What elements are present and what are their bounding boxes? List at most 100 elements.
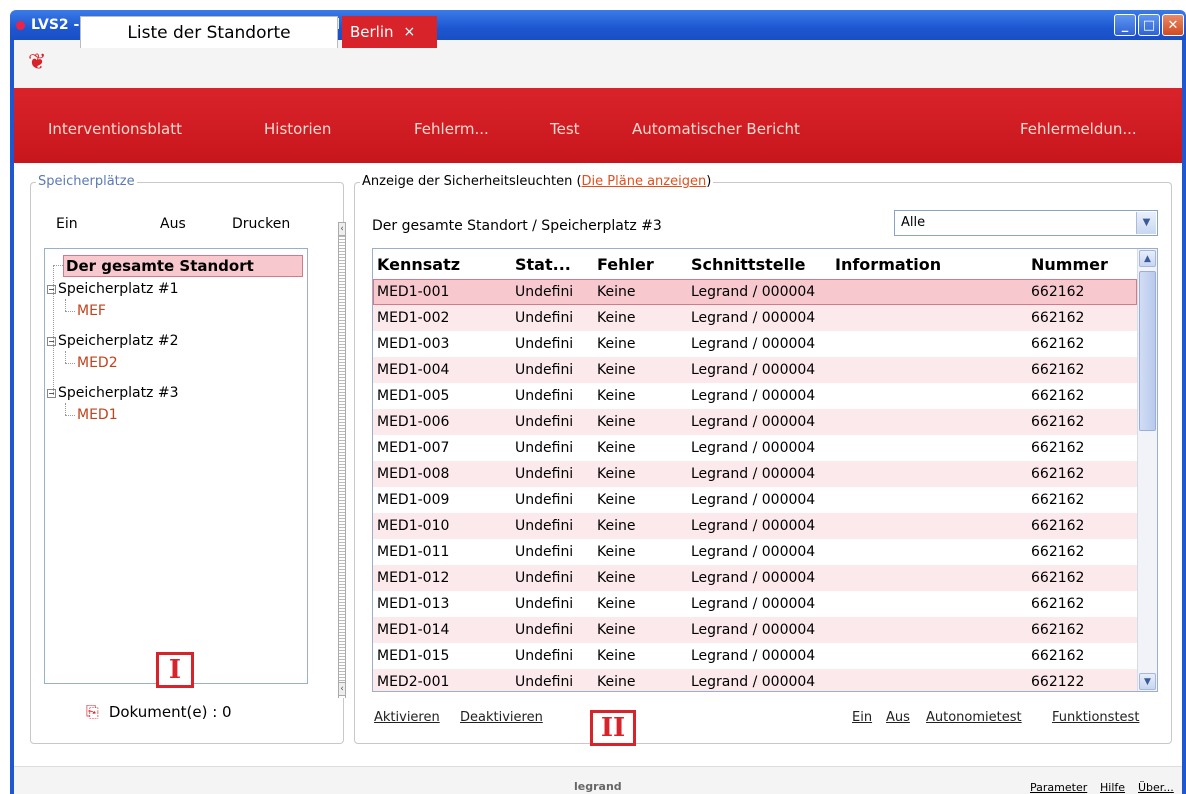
table-scrollbar[interactable]: ▲ ▼ (1137, 249, 1157, 691)
column-nummer[interactable]: Nummer (1027, 249, 1137, 279)
table-row[interactable]: MED2-001 Undefini Keine Legrand / 000004 662… (373, 669, 1137, 691)
activate-link[interactable]: Aktivieren (374, 710, 440, 725)
cell-information (831, 305, 1027, 331)
menu-fehlermeldung-alert[interactable]: Fehlermeldun... (1020, 120, 1137, 138)
menu-historien[interactable]: Historien (264, 120, 331, 138)
cell-information (831, 513, 1027, 539)
cell-schnittstelle: Legrand / 000004 (691, 596, 816, 612)
table-row[interactable]: MED1-012 Undefini Keine Legrand / 000004 662… (373, 565, 1137, 591)
tree-node-speicherplatz-3[interactable]: − Speicherplatz #3 (47, 385, 179, 401)
tree-node-speicherplatz-2[interactable]: − Speicherplatz #2 (47, 333, 179, 349)
documents-count: Dokument(e) : 0 (108, 703, 232, 721)
table-row[interactable]: MED1-015 Undefini Keine Legrand / 000004 662… (373, 643, 1137, 669)
table-row[interactable]: MED1-003 Undefini Keine Legrand / 000004 662… (373, 331, 1137, 357)
panel-splitter[interactable] (338, 222, 346, 698)
tree-root-site[interactable]: Der gesamte Standort (63, 255, 303, 277)
cell-kennsatz: MED1-006 (377, 414, 450, 430)
cell-fehler: Keine (597, 648, 636, 664)
main-menu-bar: Interventionsblatt Historien Fehlerm... … (14, 88, 1182, 163)
column-fehler[interactable]: Fehler (593, 249, 687, 279)
table-row[interactable]: MED1-004 Undefini Keine Legrand / 000004 662… (373, 357, 1137, 383)
luminaire-off-link[interactable]: Aus (886, 710, 910, 725)
luminaire-on-link[interactable]: Ein (852, 710, 872, 725)
cell-schnittstelle: Legrand / 000004 (691, 648, 816, 664)
cell-nummer: 662162 (1031, 336, 1085, 352)
about-link[interactable]: Über... (1138, 781, 1174, 794)
status-filter-select[interactable]: Alle ▼ (894, 210, 1158, 236)
cell-schnittstelle: Legrand / 000004 (691, 310, 816, 326)
cell-schnittstelle: Legrand / 000004 (691, 674, 816, 690)
table-row[interactable]: MED1-006 Undefini Keine Legrand / 000004 662… (373, 409, 1137, 435)
table-row[interactable]: MED1-014 Undefini Keine Legrand / 000004 662… (373, 617, 1137, 643)
window-close-icon[interactable]: ✕ (1162, 14, 1184, 36)
table-row[interactable]: MED1-010 Undefini Keine Legrand / 000004 662… (373, 513, 1137, 539)
help-link[interactable]: Hilfe (1100, 781, 1125, 794)
table-row[interactable]: MED1-008 Undefini Keine Legrand / 000004 662… (373, 461, 1137, 487)
cell-schnittstelle: Legrand / 000004 (691, 336, 816, 352)
storage-print-button[interactable]: Drucken (232, 216, 290, 232)
column-kennsatz[interactable]: Kennsatz (373, 249, 511, 279)
autonomy-test-link[interactable]: Autonomietest (926, 710, 1022, 725)
menu-fehlermeldungen[interactable]: Fehlerm... (414, 120, 489, 138)
splitter-left-arrow-icon[interactable]: ‹ (338, 682, 346, 696)
tree-collapse-icon[interactable]: − (47, 336, 56, 346)
tree-node-speicherplatz-1[interactable]: − Speicherplatz #1 (47, 281, 179, 297)
cell-status: Undefini (515, 310, 574, 326)
menu-test[interactable]: Test (550, 120, 580, 138)
cell-status: Undefini (515, 388, 574, 404)
storage-on-button[interactable]: Ein (56, 216, 78, 232)
tree-guide-line (65, 363, 75, 364)
maximize-icon[interactable]: □ (1138, 14, 1160, 36)
table-row[interactable]: MED1-001 Undefini Keine Legrand / 000004 662… (373, 279, 1137, 305)
cell-nummer: 662162 (1031, 466, 1085, 482)
parameter-link[interactable]: Parameter (1030, 781, 1087, 794)
table-row[interactable]: MED1-005 Undefini Keine Legrand / 000004 662… (373, 383, 1137, 409)
tree-leaf-mef[interactable]: MEF (77, 303, 106, 319)
table-row[interactable]: MED1-009 Undefini Keine Legrand / 000004 662… (373, 487, 1137, 513)
storage-off-button[interactable]: Aus (160, 216, 186, 232)
scroll-up-icon[interactable]: ▲ (1139, 250, 1156, 267)
show-plans-link[interactable]: Die Pläne anzeigen (582, 174, 707, 189)
cell-nummer: 662162 (1031, 388, 1085, 404)
cell-schnittstelle: Legrand / 000004 (691, 388, 816, 404)
tab-close-icon[interactable]: × (404, 24, 416, 40)
cell-information (831, 435, 1027, 461)
cell-kennsatz: MED1-014 (377, 622, 450, 638)
cell-status: Undefini (515, 518, 574, 534)
cell-fehler: Keine (597, 284, 636, 300)
documents-row[interactable]: ⎘ Dokument(e) : 0 (86, 702, 232, 722)
deactivate-link[interactable]: Deaktivieren (460, 710, 543, 725)
table-row[interactable]: MED1-011 Undefini Keine Legrand / 000004 662… (373, 539, 1137, 565)
scrollbar-thumb[interactable] (1139, 271, 1156, 431)
cell-schnittstelle: Legrand / 000004 (691, 570, 816, 586)
cell-status: Undefini (515, 648, 574, 664)
cell-kennsatz: MED1-003 (377, 336, 450, 352)
column-information[interactable]: Information (831, 249, 1027, 279)
cell-kennsatz: MED1-015 (377, 648, 450, 664)
cell-kennsatz: MED1-007 (377, 440, 450, 456)
cell-information (831, 357, 1027, 383)
scroll-down-icon[interactable]: ▼ (1139, 673, 1156, 690)
luminaires-title-suffix: ) (706, 174, 712, 189)
cell-information (831, 643, 1027, 669)
cell-fehler: Keine (597, 362, 636, 378)
tab-site-list[interactable]: Liste der Standorte (80, 16, 338, 48)
cell-fehler: Keine (597, 466, 636, 482)
function-test-link[interactable]: Funktionstest (1052, 710, 1139, 725)
tab-berlin[interactable]: Berlin × (342, 16, 437, 48)
table-row[interactable]: MED1-007 Undefini Keine Legrand / 000004 662… (373, 435, 1137, 461)
menu-interventionsblatt[interactable]: Interventionsblatt (48, 120, 182, 138)
table-row[interactable]: MED1-013 Undefini Keine Legrand / 000004 662… (373, 591, 1137, 617)
column-status[interactable]: Stat... (511, 249, 593, 279)
splitter-left-arrow-icon[interactable]: ‹ (338, 222, 346, 236)
table-row[interactable]: MED1-002 Undefini Keine Legrand / 000004 662… (373, 305, 1137, 331)
minimize-icon[interactable]: _ (1114, 14, 1136, 36)
tree-leaf-med2[interactable]: MED2 (77, 355, 118, 371)
tree-collapse-icon[interactable]: − (47, 388, 56, 398)
tree-leaf-med1[interactable]: MED1 (77, 407, 118, 423)
dropdown-arrow-icon[interactable]: ▼ (1136, 212, 1156, 234)
cell-information (831, 487, 1027, 513)
column-schnittstelle[interactable]: Schnittstelle (687, 249, 831, 279)
menu-automatischer-bericht[interactable]: Automatischer Bericht (632, 120, 800, 138)
tree-collapse-icon[interactable]: − (47, 284, 56, 294)
